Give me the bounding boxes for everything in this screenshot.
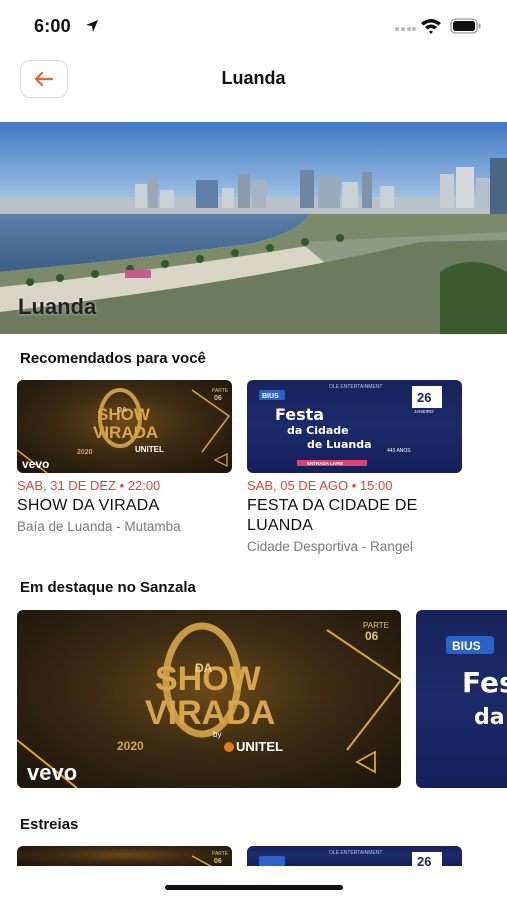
event-date: SAB, 31 DE DEZ • 22:00: [17, 478, 161, 493]
event-title: FESTA DA CIDADE DE LUANDA: [247, 497, 418, 534]
featured-card[interactable]: BIUS Festa da Cidade: [416, 610, 507, 788]
status-time: 6:00: [34, 16, 71, 36]
hero-banner: Luanda: [0, 122, 507, 334]
section-title-recommended: Recomendados para você: [20, 350, 206, 367]
festa-da-cidade-art: OLE ENTERTAINMENT 26: [259, 850, 442, 866]
svg-text:2020: 2020: [77, 449, 93, 456]
svg-text:26: 26: [417, 390, 431, 405]
svg-text:06: 06: [214, 858, 222, 865]
svg-text:PARTE: PARTE: [212, 851, 229, 857]
svg-text:vevo: vevo: [22, 457, 49, 471]
svg-text:BIUS: BIUS: [452, 639, 481, 653]
event-title: SHOW DA VIRADA: [17, 497, 160, 514]
svg-text:2020: 2020: [117, 739, 144, 753]
event-location: Baía de Luanda - Mutamba: [17, 519, 181, 534]
svg-text:by: by: [213, 730, 221, 739]
svg-text:26: 26: [417, 854, 431, 866]
festa-da-cidade-art: OLE ENTERTAINMENT BIUS Festa da Cidade d…: [259, 384, 442, 466]
event-location: Cidade Desportiva - Rangel: [247, 539, 413, 554]
svg-text:vevo: vevo: [27, 760, 77, 785]
svg-text:UNITEL: UNITEL: [135, 445, 164, 454]
show-da-virada-art: SHOW DA VIRADA 2020 UNITEL vevo PARTE 06: [17, 388, 231, 473]
wifi-icon: [421, 19, 441, 34]
svg-text:JANEIRO: JANEIRO: [414, 409, 434, 414]
event-date: SAB, 05 DE AGO • 15:00: [247, 478, 393, 493]
hero-title: Luanda: [18, 294, 97, 319]
signal-dots-icon: [395, 27, 416, 31]
svg-text:Festa: Festa: [275, 405, 324, 424]
featured-card[interactable]: SHOW DA VIRADA 2020 by UNITEL vevo PARTE…: [17, 610, 401, 788]
event-thumbnail: OLE ENTERTAINMENT BIUS Festa da Cidade d…: [247, 380, 462, 473]
svg-text:PARTE: PARTE: [212, 388, 229, 394]
section-title-premieres: Estreias: [20, 816, 79, 833]
svg-text:UNITEL: UNITEL: [236, 739, 283, 754]
show-da-virada-art: PARTE 06: [191, 851, 229, 866]
svg-text:DA: DA: [117, 407, 127, 414]
premiere-card[interactable]: OLE ENTERTAINMENT 26: [247, 846, 462, 866]
svg-text:OLE ENTERTAINMENT: OLE ENTERTAINMENT: [329, 384, 382, 390]
svg-text:VIRADA: VIRADA: [145, 694, 275, 732]
svg-text:06: 06: [365, 629, 379, 643]
event-card[interactable]: SHOW DA VIRADA 2020 UNITEL vevo PARTE 06…: [17, 380, 232, 534]
svg-text:da Cidade: da Cidade: [474, 705, 507, 730]
svg-text:de Luanda: de Luanda: [307, 438, 372, 451]
svg-text:443 ANOS: 443 ANOS: [387, 448, 411, 454]
section-title-featured: Em destaque no Sanzala: [20, 579, 196, 596]
status-bar: 6:00: [0, 0, 507, 54]
festa-da-cidade-art: BIUS Festa da Cidade: [446, 636, 507, 730]
svg-text:OLE ENTERTAINMENT: OLE ENTERTAINMENT: [329, 850, 382, 856]
svg-text:da Cidade: da Cidade: [287, 424, 349, 437]
svg-text:Festa: Festa: [462, 666, 507, 699]
event-card[interactable]: OLE ENTERTAINMENT BIUS Festa da Cidade d…: [247, 380, 462, 554]
svg-text:ENTRADA LIVRE: ENTRADA LIVRE: [307, 461, 343, 466]
page-title: Luanda: [221, 68, 286, 88]
svg-text:BIUS: BIUS: [262, 393, 279, 400]
svg-text:VIRADA: VIRADA: [93, 423, 158, 442]
battery-icon: [450, 18, 481, 34]
svg-text:06: 06: [214, 395, 222, 402]
nav-header: Luanda: [0, 54, 507, 106]
svg-text:DA: DA: [195, 661, 213, 675]
bottom-bar: [0, 866, 507, 900]
show-da-virada-art: SHOW DA VIRADA 2020 by UNITEL vevo PARTE…: [17, 621, 401, 788]
event-thumbnail: SHOW DA VIRADA 2020 UNITEL vevo PARTE 06: [17, 380, 232, 473]
location-arrow-icon: [86, 20, 98, 32]
premiere-card[interactable]: PARTE 06: [17, 846, 232, 866]
home-indicator[interactable]: [165, 885, 343, 890]
